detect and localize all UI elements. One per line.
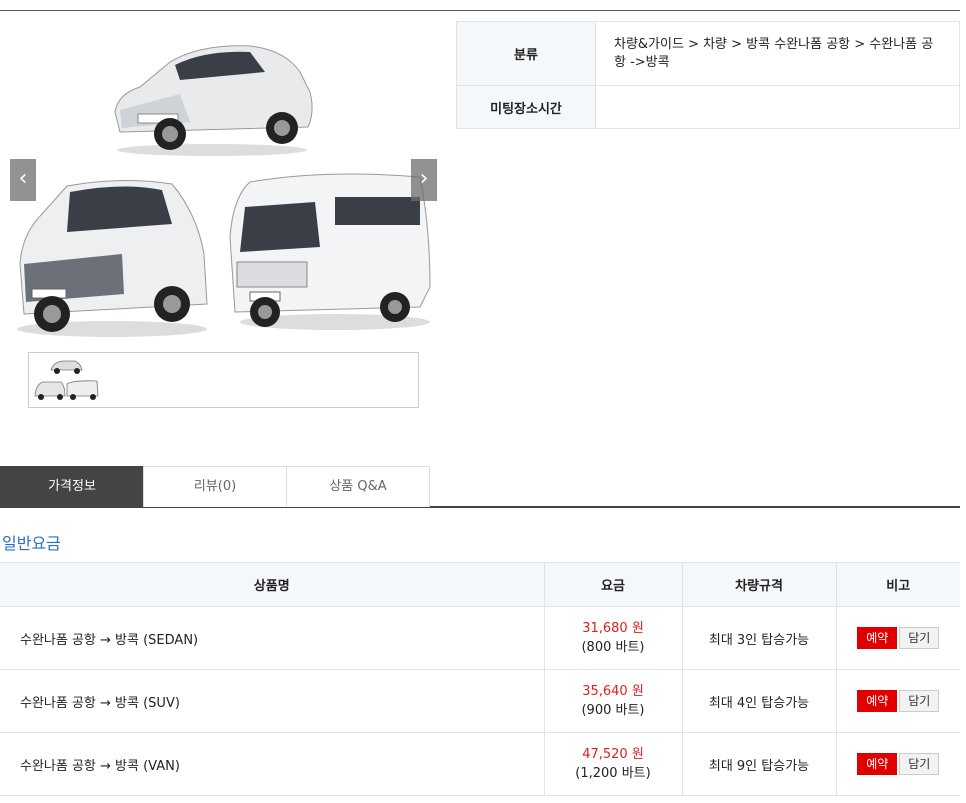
fee-baht: (1,200 바트) xyxy=(575,766,651,781)
meeting-value xyxy=(595,85,960,129)
table-row: 수완나폼 공항 → 방콕 (SUV) 35,640 원 (900 바트) 최대 … xyxy=(0,669,960,733)
tab-bar: 가격정보 리뷰(0) 상품 Q&A xyxy=(0,466,960,508)
product-name: 수완나폼 공항 → 방콕 (SEDAN) xyxy=(0,606,544,670)
table-row: 수완나폼 공항 → 방콕 (SEDAN) 31,680 원 (800 바트) 최… xyxy=(0,606,960,670)
fee-baht: (900 바트) xyxy=(581,703,645,718)
fee-cell: 47,520 원 (1,200 바트) xyxy=(543,732,682,796)
header-vehicle-spec: 차량규격 xyxy=(681,562,836,607)
table-row: 수완나폼 공항 → 방콕 (VAN) 47,520 원 (1,200 바트) 최… xyxy=(0,732,960,796)
section-title: 일반요금 xyxy=(2,534,61,553)
header-fee: 요금 xyxy=(543,562,682,607)
vehicle-spec: 최대 3인 탑승가능 xyxy=(681,606,836,670)
tab-price-info[interactable]: 가격정보 xyxy=(0,466,144,507)
category-value: 차량&가이드 > 차량 > 방콕 수완나폼 공항 > 수완나폼 공항 ->방콕 xyxy=(595,21,960,86)
thumbnail-image[interactable] xyxy=(33,356,99,404)
product-gallery: ‹ › xyxy=(10,22,438,342)
fee-cell: 31,680 원 (800 바트) xyxy=(543,606,682,670)
category-label: 분류 xyxy=(456,21,596,86)
header-product-name: 상품명 xyxy=(0,562,544,607)
gallery-next-button[interactable]: › xyxy=(411,159,437,201)
vehicle-spec: 최대 9인 탑승가능 xyxy=(681,732,836,796)
header-note: 비고 xyxy=(835,562,960,607)
gallery-prev-button[interactable]: ‹ xyxy=(10,159,36,201)
top-divider xyxy=(0,10,960,11)
price-table: 상품명 요금 차량규격 비고 수완나폼 공항 → 방콕 (SEDAN) 31,6… xyxy=(0,562,960,796)
price-table-header: 상품명 요금 차량규격 비고 xyxy=(0,562,960,607)
add-to-cart-button[interactable]: 담기 xyxy=(899,627,940,649)
product-name: 수완나폼 공항 → 방콕 (VAN) xyxy=(0,732,544,796)
suv-image xyxy=(17,179,208,337)
add-to-cart-button[interactable]: 담기 xyxy=(899,753,940,775)
tab-reviews[interactable]: 리뷰(0) xyxy=(143,466,287,507)
add-to-cart-button[interactable]: 담기 xyxy=(899,690,940,712)
note-cell: 예약 담기 xyxy=(835,732,960,796)
van-image xyxy=(229,173,431,330)
sedan-image xyxy=(114,45,313,156)
fee-won: 31,680 원 xyxy=(582,621,644,636)
fee-won: 35,640 원 xyxy=(582,684,644,699)
book-button[interactable]: 예약 xyxy=(857,690,898,712)
fee-won: 47,520 원 xyxy=(582,747,644,762)
note-cell: 예약 담기 xyxy=(835,606,960,670)
tab-product-qa[interactable]: 상품 Q&A xyxy=(286,466,430,507)
book-button[interactable]: 예약 xyxy=(857,627,898,649)
book-button[interactable]: 예약 xyxy=(857,753,898,775)
meeting-label: 미팅장소시간 xyxy=(456,85,596,129)
note-cell: 예약 담기 xyxy=(835,669,960,733)
product-name: 수완나폼 공항 → 방콕 (SUV) xyxy=(0,669,544,733)
thumbnail-strip xyxy=(28,352,419,408)
fee-cell: 35,640 원 (900 바트) xyxy=(543,669,682,733)
product-info-table: 분류 차량&가이드 > 차량 > 방콕 수완나폼 공항 > 수완나폼 공항 ->… xyxy=(456,21,960,129)
fee-baht: (800 바트) xyxy=(581,640,645,655)
vehicle-spec: 최대 4인 탑승가능 xyxy=(681,669,836,733)
